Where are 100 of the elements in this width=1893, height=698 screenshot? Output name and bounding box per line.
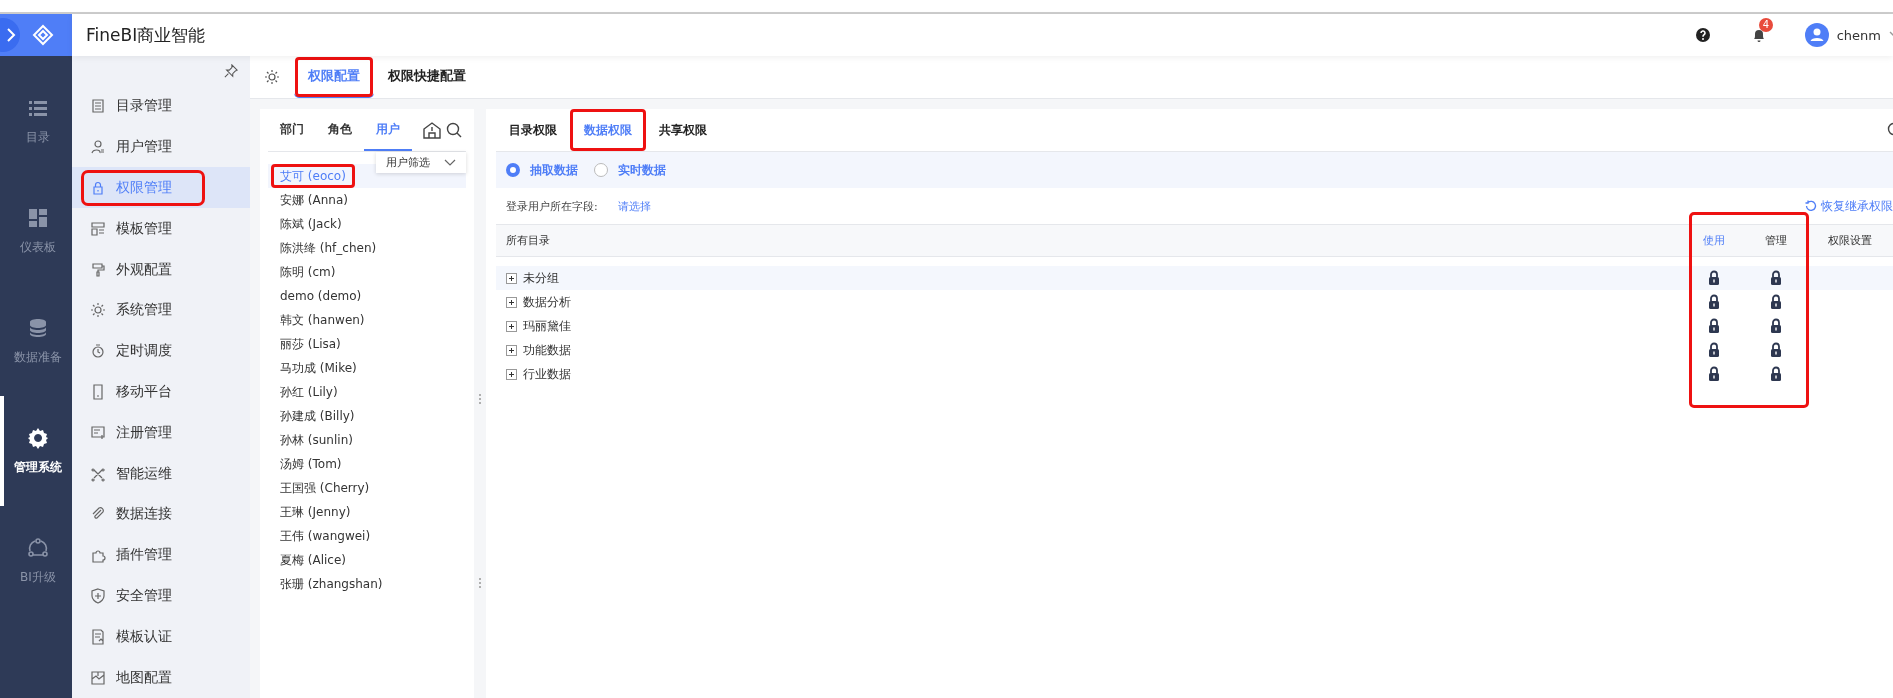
tree-node-label[interactable]: 行业数据 [523, 365, 571, 383]
pin-icon[interactable] [224, 63, 238, 78]
user-list-item[interactable]: 安娜 (Anna) [268, 188, 466, 212]
sidebar-item[interactable]: 数据连接 [72, 494, 250, 535]
sidebar-item[interactable]: 定时调度 [72, 330, 250, 372]
permission-tab[interactable]: 目录权限 [496, 109, 570, 151]
shield-icon [90, 588, 106, 604]
timer-icon [90, 343, 106, 360]
lock-icon[interactable] [1770, 270, 1782, 286]
layout-icon [90, 220, 106, 237]
sidebar-item[interactable]: 模板管理 [72, 208, 250, 250]
lock-icon[interactable] [1708, 270, 1720, 286]
column-header: 权限设置 [1827, 233, 1873, 248]
app-title: FineBI商业智能 [86, 23, 206, 47]
expand-icon[interactable] [506, 272, 517, 284]
user-list-item[interactable]: 丽莎 (Lisa) [268, 332, 466, 356]
brush-icon [90, 261, 106, 278]
tree-node-label[interactable]: 功能数据 [523, 341, 571, 359]
form-icon [90, 424, 106, 441]
nav-item[interactable]: 仪表板 [0, 176, 72, 286]
resize-grip-icon[interactable] [478, 392, 482, 405]
document-icon [90, 628, 106, 645]
nodes-icon [90, 465, 106, 482]
expand-icon[interactable] [506, 320, 517, 332]
user-list-item[interactable]: 陈斌 (Jack) [268, 212, 466, 236]
column-header: 管理 [1764, 233, 1788, 248]
sidebar-item[interactable]: 安全管理 [72, 575, 250, 617]
column-header: 使用 [1702, 233, 1726, 248]
user-list-item[interactable]: 马功成 (Mike) [268, 356, 466, 380]
user-list-item[interactable]: 汤姆 (Tom) [268, 452, 466, 476]
radio-button[interactable] [594, 163, 608, 177]
tree-node-label[interactable]: 玛丽黛佳 [523, 317, 571, 335]
help-icon[interactable] [1694, 27, 1711, 43]
lock-icon[interactable] [1708, 294, 1720, 310]
permission-tab[interactable]: 数据权限 [570, 109, 646, 151]
search-icon[interactable] [446, 122, 462, 138]
user-list-item[interactable]: 陈洪绛 (hf_chen) [268, 236, 466, 260]
lock-icon[interactable] [1708, 366, 1720, 382]
sidebar-item[interactable]: 插件管理 [72, 534, 250, 576]
expand-icon[interactable] [506, 296, 517, 308]
user-list-item[interactable]: 张珊 (zhangshan) [268, 572, 466, 596]
lock-icon[interactable] [1708, 342, 1720, 358]
lock-icon[interactable] [1770, 294, 1782, 310]
login-field-label: 登录用户所在字段: [506, 198, 598, 214]
select-link[interactable]: 请选择 [617, 198, 651, 214]
phone-icon [90, 383, 106, 400]
chevron-down-icon [444, 158, 456, 167]
list-icon [90, 98, 106, 115]
avatar-icon[interactable] [1804, 23, 1829, 47]
user-filter-dropdown[interactable]: 用户筛选 [376, 152, 466, 173]
user-icon [90, 139, 106, 156]
expand-icon[interactable] [506, 344, 517, 356]
sidebar-item[interactable]: 系统管理 [72, 289, 250, 331]
column-header: 所有目录 [505, 233, 551, 248]
member-tab[interactable]: 部门 [268, 109, 316, 151]
sidebar-item[interactable]: 用户管理 [72, 126, 250, 168]
expand-icon[interactable] [506, 368, 517, 380]
lock-icon[interactable] [1708, 318, 1720, 334]
sidebar-item[interactable]: 目录管理 [72, 85, 250, 127]
lock-icon[interactable] [1770, 318, 1782, 334]
radio-button[interactable] [506, 163, 520, 177]
sidebar-item[interactable]: 移动平台 [72, 371, 250, 413]
resize-grip-icon[interactable] [478, 577, 482, 589]
sidebar-item[interactable]: 智能运维 [72, 453, 250, 494]
grid-icon [27, 206, 49, 229]
nodes-icon [27, 536, 49, 559]
nav-item[interactable]: 数据准备 [0, 286, 72, 396]
user-list-item[interactable]: 夏梅 (Alice) [268, 548, 466, 572]
tree-node-label[interactable]: 未分组 [523, 269, 559, 287]
user-list-item[interactable]: 王伟 (wangwei) [268, 524, 466, 548]
lock-icon[interactable] [1770, 366, 1782, 382]
config-tab[interactable]: 权限快捷配置 [374, 56, 480, 98]
user-list-item[interactable]: 孙建成 (Billy) [268, 404, 466, 428]
sidebar-item[interactable]: 模板认证 [72, 616, 250, 658]
sidebar-item[interactable]: 注册管理 [72, 412, 250, 454]
restore-link[interactable]: 恢复继承权限 [1805, 197, 1893, 215]
config-tab[interactable]: 权限配置 [294, 56, 374, 98]
sidebar-item[interactable]: 地图配置 [72, 657, 250, 698]
permission-tab[interactable]: 共享权限 [646, 109, 720, 151]
user-list-item[interactable]: 韩文 (hanwen) [268, 308, 466, 332]
lock-icon [90, 179, 106, 196]
notification-badge: 4 [1758, 18, 1774, 32]
nav-item[interactable]: BI升级 [0, 506, 72, 616]
tree-node-label[interactable]: 数据分析 [523, 293, 571, 311]
user-list-item[interactable]: 陈明 (cm) [268, 260, 466, 284]
member-tab[interactable]: 角色 [316, 109, 364, 151]
user-list-item[interactable]: 王国强 (Cherry) [268, 476, 466, 500]
diamond-logo-icon [32, 24, 54, 46]
user-name[interactable]: chenm [1836, 27, 1881, 43]
user-list-item[interactable]: 孙林 (sunlin) [268, 428, 466, 452]
user-list-item[interactable]: 孙红 (Lily) [268, 380, 466, 404]
sidebar-item[interactable]: 外观配置 [72, 249, 250, 290]
nav-item[interactable]: 目录 [0, 66, 72, 176]
user-list-item[interactable]: demo (demo) [268, 284, 466, 308]
map-icon [90, 669, 106, 686]
chevron-icon [6, 28, 16, 42]
refresh-icon [1805, 200, 1817, 212]
user-list-item[interactable]: 王琳 (Jenny) [268, 500, 466, 524]
lock-icon[interactable] [1770, 342, 1782, 358]
building-icon[interactable] [422, 121, 442, 139]
